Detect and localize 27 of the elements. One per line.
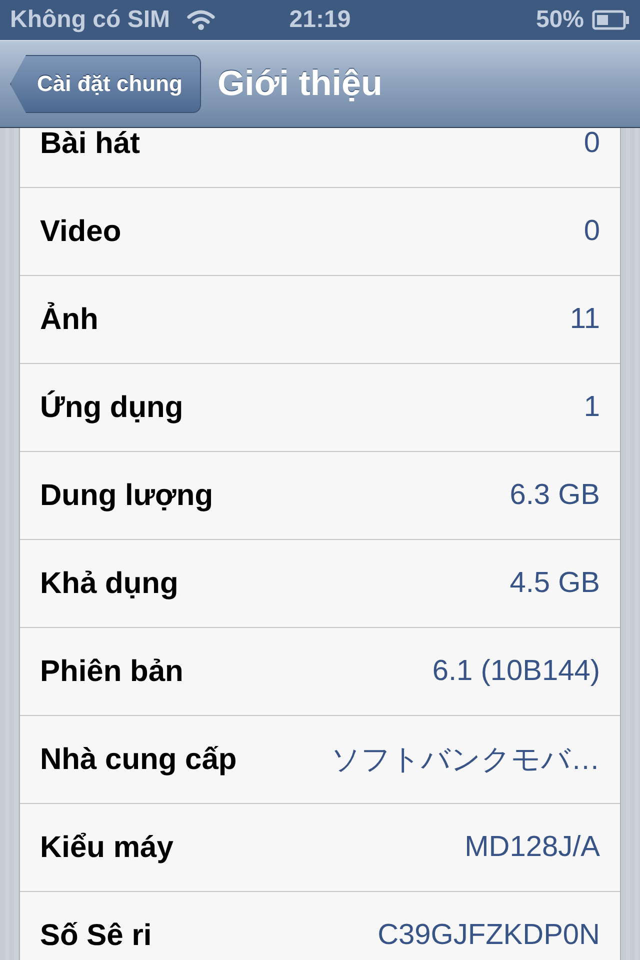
- row-value: 1: [584, 391, 600, 424]
- row-label: Nhà cung cấp: [40, 742, 237, 776]
- row-value: ソフトバンクモバ…: [331, 742, 600, 778]
- battery-icon: [592, 10, 630, 30]
- row-label: Khả dụng: [40, 566, 178, 600]
- row-value: 11: [570, 303, 600, 336]
- row-value: 6.1 (10B144): [432, 655, 600, 688]
- row-value: 0: [584, 215, 600, 248]
- row-value: 4.5 GB: [510, 567, 600, 600]
- row-label: Kiểu máy: [40, 830, 174, 864]
- row-label: Số Sê ri: [40, 918, 152, 952]
- row-value: MD128J/A: [464, 831, 600, 864]
- row-label: Bài hát: [40, 128, 140, 160]
- back-button[interactable]: Cài đặt chung: [10, 55, 202, 113]
- row-label: Phiên bản: [40, 654, 184, 688]
- clock-time: 21:19: [289, 6, 351, 34]
- battery-percentage: 50%: [536, 6, 584, 34]
- row-label: Video: [40, 214, 122, 248]
- row-label: Ảnh: [40, 302, 98, 336]
- row-value: 6.3 GB: [510, 479, 600, 512]
- row-label: Dung lượng: [40, 478, 214, 512]
- wifi-icon: [186, 9, 216, 31]
- nav-title: Giới thiệu: [217, 64, 382, 104]
- row-value: 0: [584, 128, 600, 160]
- row-label: Ứng dụng: [40, 390, 184, 424]
- row-value: C39GJFZKDP0N: [378, 919, 600, 952]
- carrier-label: Không có SIM: [10, 6, 170, 34]
